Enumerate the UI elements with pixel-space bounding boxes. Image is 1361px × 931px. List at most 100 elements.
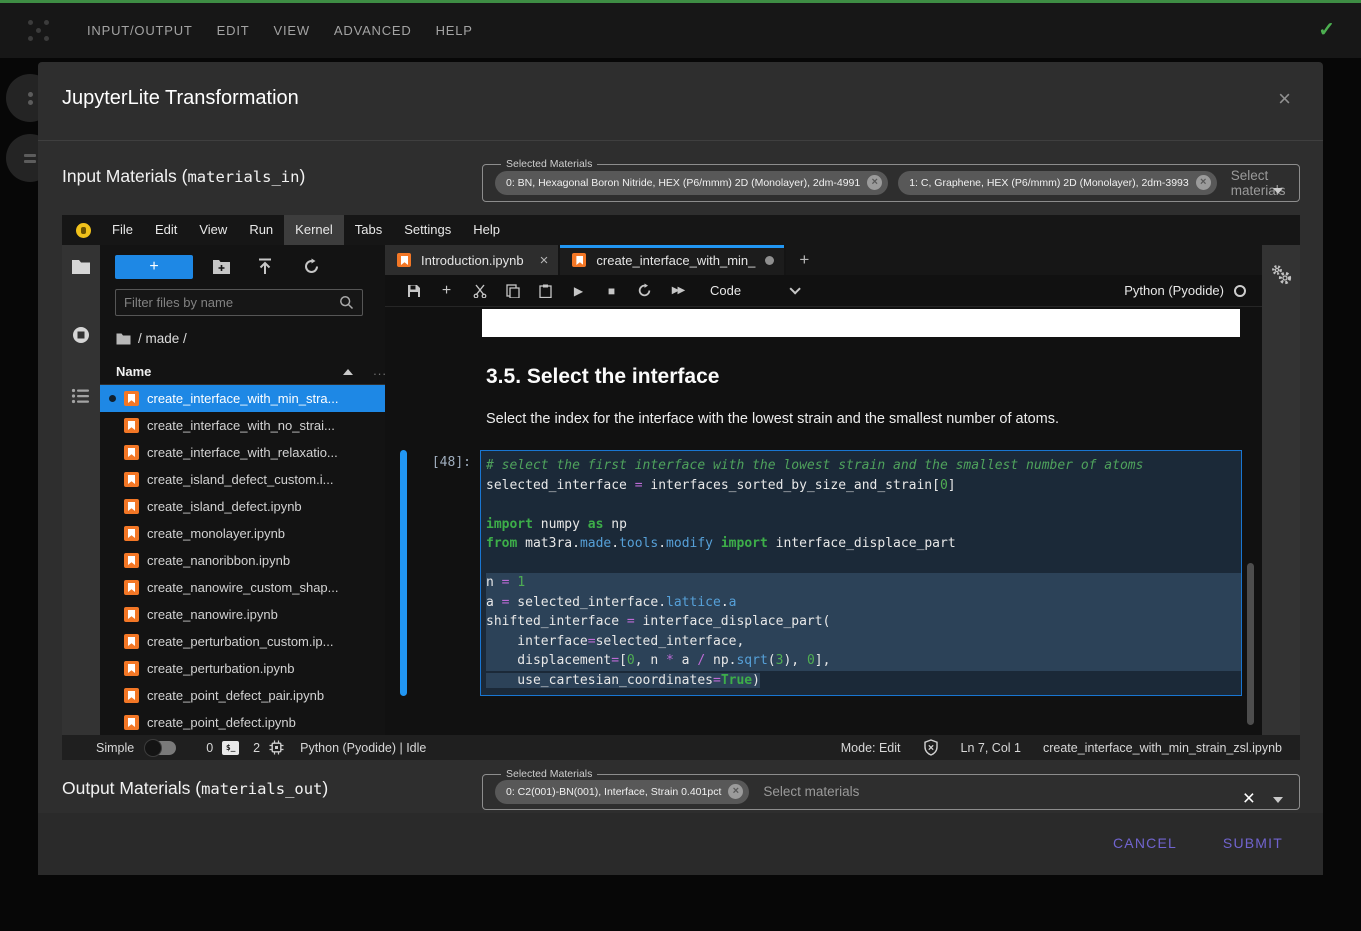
status-bar: Simple 0 $_ 2 Python (Pyodide) | Idle Mo… (62, 735, 1300, 760)
file-browser-icon[interactable] (71, 259, 91, 275)
jupyter-menu-edit[interactable]: Edit (144, 215, 188, 245)
cut-cells-icon[interactable] (463, 284, 496, 298)
execution-count: [48]: (407, 450, 480, 696)
shield-icon[interactable] (923, 739, 939, 756)
new-tab-icon[interactable]: + (786, 245, 822, 275)
chip-delete-icon[interactable]: × (867, 175, 882, 190)
cell-collapser[interactable] (400, 450, 407, 696)
code-line: shifted_interface = interface_displace_p… (486, 612, 1241, 632)
restart-kernel-icon[interactable] (628, 283, 661, 298)
jupyter-menu-file[interactable]: File (101, 215, 144, 245)
jupyter-menu-help[interactable]: Help (462, 215, 511, 245)
app-logo-icon[interactable] (28, 20, 50, 42)
input-materials-select[interactable]: Selected Materials 0: BN, Hexagonal Boro… (482, 158, 1300, 202)
new-folder-icon[interactable] (212, 258, 231, 275)
file-name: create_island_defect_custom.i... (147, 472, 333, 487)
notebook-file-icon (124, 688, 139, 703)
code-line: use_cartesian_coordinates=True) (486, 671, 1241, 691)
paste-cells-icon[interactable] (529, 284, 562, 298)
submit-button[interactable]: SUBMIT (1223, 835, 1283, 851)
jupyter-menu-view[interactable]: View (188, 215, 238, 245)
code-line (486, 554, 1241, 574)
file-list-header[interactable]: Name ... (100, 359, 385, 385)
dropdown-caret-icon[interactable] (1273, 188, 1283, 194)
notebook-file-icon (124, 553, 139, 568)
unsaved-changes-dot (765, 256, 774, 265)
close-tab-icon[interactable]: × (540, 252, 549, 269)
file-list-item[interactable]: create_monolayer.ipynb (100, 520, 385, 547)
kernel-status-text[interactable]: Python (Pyodide) | Idle (300, 741, 426, 755)
jupyter-menu-run[interactable]: Run (238, 215, 284, 245)
chip-delete-icon[interactable]: × (728, 784, 743, 799)
file-list-item[interactable]: create_interface_with_relaxatio... (100, 439, 385, 466)
notebook-tab[interactable]: create_interface_with_min_ (560, 245, 786, 275)
active-filename: create_interface_with_min_strain_zsl.ipy… (1043, 741, 1282, 755)
top-menu-item-view[interactable]: VIEW (261, 3, 321, 58)
file-list-item[interactable]: create_nanowire.ipynb (100, 601, 385, 628)
copy-cells-icon[interactable] (496, 284, 529, 298)
select-materials-placeholder: Select materials (763, 784, 859, 799)
notebook-file-icon (124, 418, 139, 433)
stop-kernel-icon[interactable]: ■ (595, 284, 628, 298)
simple-mode-toggle[interactable] (146, 741, 176, 755)
file-list-item[interactable]: create_point_defect_pair.ipynb (100, 682, 385, 709)
chip-delete-icon[interactable]: × (1196, 175, 1211, 190)
notebook-scrollbar[interactable] (1247, 563, 1254, 725)
notebook-toolbar: + ▶ ■ (385, 275, 1262, 307)
material-chip[interactable]: 0: C2(001)-BN(001), Interface, Strain 0.… (495, 780, 749, 804)
tab-label: Introduction.ipynb (421, 253, 524, 268)
file-list-item[interactable]: create_island_defect.ipynb (100, 493, 385, 520)
terminal-icon[interactable]: $_ (222, 741, 239, 755)
run-cell-icon[interactable]: ▶ (562, 284, 595, 298)
jupyter-menu-settings[interactable]: Settings (393, 215, 462, 245)
file-list-item[interactable]: create_interface_with_no_strai... (100, 412, 385, 439)
kernel-chip-icon[interactable] (269, 740, 284, 755)
material-chip[interactable]: 1: C, Graphene, HEX (P6/mmm) 2D (Monolay… (898, 171, 1217, 195)
upload-icon[interactable] (257, 258, 273, 275)
top-menu-item-help[interactable]: HELP (424, 3, 485, 58)
code-cell[interactable]: [48]: # select the first interface with … (400, 450, 1242, 696)
file-list-item[interactable]: create_perturbation.ipynb (100, 655, 385, 682)
file-list-item[interactable]: create_perturbation_custom.ip... (100, 628, 385, 655)
output-materials-select[interactable]: Selected Materials 0: C2(001)-BN(001), I… (482, 768, 1300, 810)
close-icon[interactable]: × (1278, 88, 1291, 110)
save-icon[interactable] (397, 284, 430, 298)
cancel-button[interactable]: CANCEL (1113, 835, 1177, 851)
simple-mode-label: Simple (96, 741, 134, 755)
material-chip[interactable]: 0: BN, Hexagonal Boron Nitride, HEX (P6/… (495, 171, 888, 195)
refresh-icon[interactable] (303, 258, 320, 275)
kernel-status-icon[interactable] (1234, 285, 1246, 297)
running-kernels-icon[interactable] (71, 325, 91, 345)
top-menu-item-advanced[interactable]: ADVANCED (322, 3, 424, 58)
terminals-count: 0 (206, 741, 213, 755)
clear-selection-icon[interactable]: × (1243, 787, 1255, 811)
notebook-file-icon (124, 499, 139, 514)
property-inspector-gears-icon[interactable] (1270, 263, 1293, 286)
markdown-paragraph: Select the index for the interface with … (486, 411, 1059, 427)
file-list-item[interactable]: create_interface_with_min_stra... (100, 385, 385, 412)
add-cell-icon[interactable]: + (430, 282, 463, 300)
jupyter-menu-tabs[interactable]: Tabs (344, 215, 393, 245)
top-menu: INPUT/OUTPUTEDITVIEWADVANCEDHELP (75, 3, 485, 58)
file-filter-input[interactable] (116, 295, 339, 310)
dropdown-caret-icon[interactable] (1273, 797, 1283, 803)
code-line: a = selected_interface.lattice.a (486, 593, 1241, 613)
notebook-tab[interactable]: Introduction.ipynb × (385, 245, 560, 275)
top-menu-item-input-output[interactable]: INPUT/OUTPUT (75, 3, 205, 58)
jupyter-menu-kernel[interactable]: Kernel (284, 215, 344, 245)
code-editor[interactable]: # select the first interface with the lo… (480, 450, 1242, 696)
top-menu-item-edit[interactable]: EDIT (205, 3, 262, 58)
file-list-item[interactable]: create_nanoribbon.ipynb (100, 547, 385, 574)
restart-run-all-icon[interactable]: ▶▶ (661, 285, 694, 296)
table-of-contents-icon[interactable] (71, 388, 91, 404)
file-list-item[interactable]: create_point_defect.ipynb (100, 709, 385, 735)
new-launcher-button[interactable]: + (115, 255, 193, 279)
cell-type-select[interactable]: Code (710, 283, 797, 298)
cursor-position[interactable]: Ln 7, Col 1 (961, 741, 1021, 755)
file-name: create_perturbation_custom.ip... (147, 634, 333, 649)
file-list-item[interactable]: create_nanowire_custom_shap... (100, 574, 385, 601)
jupyterlite-transformation-dialog: JupyterLite Transformation × Input Mater… (38, 62, 1323, 875)
breadcrumb[interactable]: / made / (116, 331, 187, 346)
kernel-name[interactable]: Python (Pyodide) (1124, 283, 1224, 298)
file-list-item[interactable]: create_island_defect_custom.i... (100, 466, 385, 493)
